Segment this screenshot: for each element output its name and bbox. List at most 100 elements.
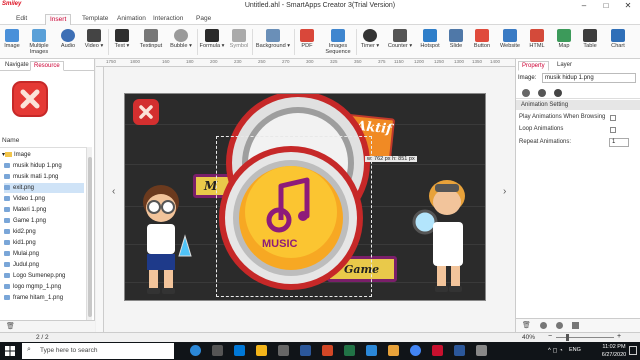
website-button[interactable]: Website [498, 27, 522, 57]
tab-edit[interactable]: Edit [12, 14, 31, 25]
tree-item[interactable]: kid1.png [4, 238, 84, 248]
multiple-images-button[interactable]: Multiple Images [26, 27, 52, 57]
zoom-in-button[interactable]: + [617, 333, 621, 340]
smartapps-creator-icon[interactable] [432, 345, 443, 356]
tree-item-selected[interactable]: exit.png [4, 183, 84, 193]
tab-navigate[interactable]: Navigate [2, 61, 32, 71]
store-icon[interactable] [278, 345, 289, 356]
animation-icon[interactable] [538, 89, 546, 97]
kid-with-magnifier-image[interactable] [411, 174, 483, 298]
tab-animation[interactable]: Animation [113, 14, 150, 25]
mail-icon[interactable] [300, 345, 311, 356]
close-button[interactable]: ✕ [617, 0, 639, 12]
pdf-button[interactable]: PDF [297, 27, 317, 57]
refresh-icon[interactable] [556, 322, 563, 329]
tree-item[interactable]: Game 1.png [4, 216, 84, 226]
tab-resource[interactable]: Resource [30, 61, 64, 71]
ruler-tick: 160 [162, 59, 170, 64]
prev-page-arrow[interactable]: ‹ [112, 186, 115, 197]
minimize-button[interactable]: – [573, 0, 595, 12]
text-button[interactable]: Text ▾ [112, 27, 132, 57]
excel-icon[interactable] [344, 345, 355, 356]
chrome-icon[interactable] [410, 345, 421, 356]
taskbar-search-box[interactable]: ⌕ Type here to search [22, 343, 174, 359]
formula-button[interactable]: Formula ▾ [199, 27, 225, 57]
windows-start-icon[interactable] [5, 346, 15, 356]
tree-item[interactable]: Logo Sumenep.png [4, 271, 84, 281]
maximize-button[interactable]: □ [595, 0, 617, 12]
cortana-icon[interactable] [190, 345, 201, 356]
tree-item[interactable]: frame hitam_1.png [4, 293, 84, 303]
loop-animations-checkbox[interactable] [610, 127, 616, 133]
word-icon[interactable] [454, 345, 465, 356]
selection-frame[interactable] [216, 136, 372, 297]
tab-template[interactable]: Template [78, 14, 112, 25]
symbol-button[interactable]: Symbol [228, 27, 250, 57]
video-button[interactable]: Video ▾ [83, 27, 105, 57]
panel-tabs: Navigate Resource [0, 61, 95, 71]
html-button[interactable]: HTML [527, 27, 547, 57]
play-animations-checkbox[interactable] [610, 115, 616, 121]
language-indicator[interactable]: ENG [569, 347, 581, 353]
tree-item[interactable]: logo mgmp_1.png [4, 282, 84, 292]
system-tray-icons[interactable]: ^ ◻ ◔ [548, 347, 563, 354]
stage-exit-button[interactable] [131, 97, 161, 127]
app-icon[interactable] [388, 345, 399, 356]
image-icon [5, 29, 19, 42]
notification-icon[interactable] [629, 346, 637, 355]
slide-button[interactable]: Slide [446, 27, 466, 57]
scroll-thumb[interactable] [88, 157, 92, 317]
tree-item[interactable]: Judul.png [4, 260, 84, 270]
tab-interaction[interactable]: Interaction [149, 14, 187, 25]
button-button[interactable]: Button [471, 27, 493, 57]
tab-page[interactable]: Page [192, 14, 215, 25]
timer-icon [363, 29, 377, 42]
tab-property[interactable]: Property [518, 61, 549, 71]
zoom-slider-thumb[interactable] [566, 334, 569, 341]
hotspot-button[interactable]: Hotspot [418, 27, 442, 57]
tree-item[interactable]: musik mati 1.png [4, 172, 84, 182]
next-page-arrow[interactable]: › [503, 186, 506, 197]
page-stage[interactable]: Aktif M Game MUSIC w: 762 px h: 851 px [124, 93, 486, 301]
bubble-button[interactable]: Bubble ▾ [168, 27, 194, 57]
gear-icon[interactable] [540, 322, 547, 329]
counter-button[interactable]: Counter ▾ [386, 27, 414, 57]
tree-item[interactable]: kid2.png [4, 227, 84, 237]
app-icon[interactable] [366, 345, 377, 356]
images-sequence-button[interactable]: Images Sequence [323, 27, 353, 57]
trash-icon[interactable]: 🗑 [6, 322, 15, 330]
app-icon[interactable] [476, 345, 487, 356]
app-icon[interactable] [322, 345, 333, 356]
tree-folder-image[interactable]: ▾ Image [2, 150, 82, 160]
kid-with-flask-image[interactable] [129, 180, 201, 298]
chart-button[interactable]: Chart [608, 27, 628, 57]
action-icon[interactable] [554, 89, 562, 97]
copy-icon[interactable] [572, 322, 579, 329]
tree-item[interactable]: Materi 1.png [4, 205, 84, 215]
tree-item[interactable]: Mulai.png [4, 249, 84, 259]
edge-browser-icon[interactable] [234, 345, 245, 356]
table-button[interactable]: Table [580, 27, 600, 57]
png-file-icon [4, 283, 10, 289]
tree-item[interactable]: Video 1.png [4, 194, 84, 204]
tab-layer[interactable]: Layer [554, 61, 575, 71]
title-bar: Smiley Untitled.ahl - SmartApps Creator … [0, 0, 640, 12]
map-button[interactable]: Map [554, 27, 574, 57]
taskbar-clock[interactable]: 11:02 PM 6/27/2020 [601, 343, 627, 359]
zoom-out-button[interactable]: − [548, 333, 552, 340]
task-view-icon[interactable] [212, 345, 223, 356]
textinput-button[interactable]: Textinput [137, 27, 165, 57]
repeat-animations-input[interactable]: 1 [609, 138, 629, 147]
tab-insert[interactable]: Insert [45, 14, 72, 25]
image-button[interactable]: Image [2, 27, 22, 57]
background-button[interactable]: Background ▾ [254, 27, 292, 57]
audio-button[interactable]: Audio [58, 27, 78, 57]
tree-item[interactable]: musik hidup 1.png [4, 161, 84, 171]
file-explorer-icon[interactable] [256, 345, 267, 356]
settings-icon[interactable] [522, 89, 530, 97]
trash-icon[interactable]: 🗑 [522, 321, 531, 329]
timer-button[interactable]: Timer ▾ [359, 27, 381, 57]
image-source-field[interactable]: musik hidup 1.png [542, 73, 636, 83]
ribbon-divider [252, 29, 253, 55]
zoom-slider[interactable] [556, 337, 614, 338]
